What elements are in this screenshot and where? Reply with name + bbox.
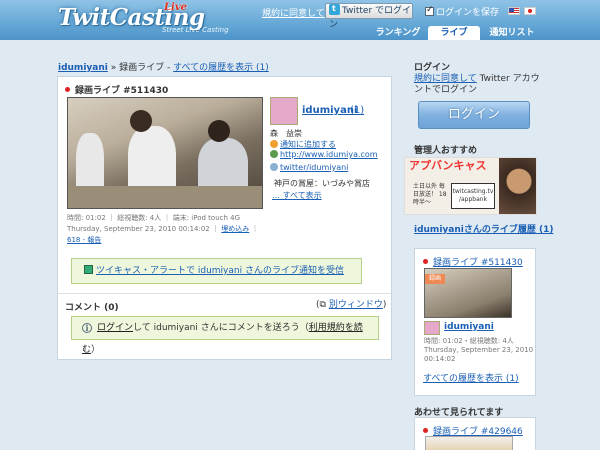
meta-viewers: 総視聴数: 4人	[117, 214, 162, 222]
logo-live: Live	[164, 2, 188, 13]
banner-subtitle: 土日以外 毎日放送！ 18時半～	[413, 183, 447, 206]
popout-row[interactable]: (⧉ 別ウィンドウ)	[316, 297, 386, 310]
video-person	[76, 133, 104, 193]
info-icon: i	[82, 323, 92, 333]
tab-live[interactable]: ライブ	[428, 26, 480, 40]
user-history-link[interactable]: idumiyaniさんのライブ履歴 (1)	[414, 225, 553, 236]
meta-time: 時間: 01:02	[67, 214, 106, 222]
also-watched-card: 録画ライブ #429646	[414, 417, 536, 450]
recording-title: 録画ライブ #511430	[65, 83, 168, 96]
history-user-avatar[interactable]	[424, 321, 440, 335]
banner-title: アプバンキャス	[409, 159, 487, 172]
breadcrumb-separator: »	[110, 63, 117, 73]
user-count-link[interactable]: (1)	[350, 105, 364, 116]
report-link[interactable]: 618 - 報告	[67, 235, 101, 245]
plus-icon	[270, 140, 278, 148]
video-head	[130, 110, 152, 132]
twitter-link[interactable]: twitter/idumiyani	[280, 163, 348, 172]
twitter-icon	[329, 2, 340, 16]
meta-device: 端末: iPod touch 4G	[172, 214, 241, 222]
history-all-link[interactable]: すべての履歴を表示 (1)	[423, 371, 519, 384]
header-twitter-login-button[interactable]: Twitter でログイン	[325, 2, 413, 30]
popout-link[interactable]: 別ウィンドウ	[329, 300, 383, 310]
sidebar-terms-link[interactable]: 規約に同意して	[414, 74, 477, 84]
record-dot-icon	[65, 87, 70, 92]
main-panel: 録画ライブ #511430 idumiyani (1) 森 益崇 通知に追加する…	[57, 76, 392, 360]
save-login-checkbox[interactable]: ログインを保存	[425, 5, 499, 18]
meta-date: Thursday, September 23, 2010 00:14:02	[67, 225, 210, 233]
twitter-row[interactable]: twitter/idumiyani	[270, 163, 348, 172]
also-thumbnail[interactable]	[425, 436, 513, 450]
history-item-title[interactable]: 録画ライブ #511430	[423, 255, 523, 268]
history-item-link[interactable]: 録画ライブ #511430	[433, 258, 523, 268]
alert-banner[interactable]: ツイキャス・アラートで idumiyani さんのライブ通知を受信	[71, 258, 362, 284]
jp-flag-icon[interactable]	[524, 7, 536, 15]
header-terms-link[interactable]: 規約に同意して	[262, 6, 325, 19]
comment-login-prompt: i ログインして idumiyani さんにコメントを送ろう（利用規約を読む）	[71, 316, 379, 355]
history-thumbnail[interactable]: 録画	[424, 268, 512, 318]
comment-prompt-end: ）	[91, 345, 101, 355]
user-profile-text: 神戸の賞屋：いづみや賞店	[274, 179, 370, 188]
divider	[58, 293, 391, 294]
checkbox-icon	[425, 5, 434, 16]
history-meta: 時間: 01:02・総視聴数: 4人 Thursday, September 2…	[424, 337, 534, 363]
tab-notify-list[interactable]: 通知リスト	[482, 26, 542, 40]
breadcrumb-user[interactable]: idumiyani	[58, 63, 108, 73]
video-table	[68, 186, 262, 208]
alert-link[interactable]: ツイキャス・アラートで idumiyani さんのライブ通知を受信	[96, 266, 344, 276]
history-user-link[interactable]: idumiyani	[444, 322, 494, 332]
header: TwitCasting Live Street Live Casting 規約に…	[0, 0, 600, 40]
recording-meta: 時間: 01:02 ｜ 総視聴数: 4人 ｜ 端末: iPod touch 4G	[67, 214, 241, 222]
breadcrumb-section: 録画ライブ	[119, 63, 165, 73]
breadcrumb-all-history[interactable]: すべての履歴を表示 (1)	[173, 63, 269, 73]
record-dot-icon	[423, 428, 428, 433]
tab-ranking[interactable]: ランキング	[370, 26, 426, 40]
sidebar-login-desc: 規約に同意して Twitter アカウントでログイン	[414, 74, 544, 96]
banner-url: twitcasting.tv /appbank	[451, 183, 495, 209]
add-notify-row[interactable]: 通知に追加する	[270, 139, 336, 150]
globe-icon	[270, 150, 278, 158]
sidebar-login-title: ログイン	[414, 63, 451, 73]
comment-title: コメント (0)	[65, 303, 119, 313]
comment-login-link[interactable]: ログイン	[97, 323, 133, 333]
user-real-name: 森 益崇	[270, 129, 302, 138]
admin-recommend-title: 管理人おすすめ	[414, 146, 478, 156]
video-player[interactable]	[67, 97, 263, 209]
record-dot-icon	[423, 259, 428, 264]
video-head	[208, 120, 230, 142]
popout-icon: ⧉	[319, 300, 326, 310]
twitter-small-icon	[270, 163, 278, 171]
user-avatar[interactable]	[270, 97, 298, 125]
logo-tagline: Street Live Casting	[162, 26, 229, 34]
homepage-link[interactable]: http://www.idumiya.com	[280, 150, 378, 159]
banner-photo	[499, 158, 536, 214]
comment-prompt-text: して idumiyani さんにコメントを送ろう（	[133, 323, 309, 333]
history-card: 録画ライブ #511430 録画 idumiyani 時間: 01:02・総視聴…	[414, 248, 536, 396]
show-all-link[interactable]: … すべて表示	[272, 190, 322, 201]
save-login-label: ログインを保存	[436, 8, 500, 18]
embed-link[interactable]: 埋め込み	[221, 225, 249, 233]
recorded-badge: 録画	[425, 274, 445, 284]
breadcrumb: idumiyani » 録画ライブ - すべての履歴を表示 (1)	[58, 60, 269, 73]
us-flag-icon[interactable]	[508, 7, 520, 15]
alert-app-icon	[84, 265, 93, 274]
add-notify-link[interactable]: 通知に追加する	[280, 140, 336, 149]
sidebar-login-button[interactable]: ログイン	[418, 101, 530, 129]
appbank-banner[interactable]: アプバンキャス 土日以外 毎日放送！ 18時半～ twitcasting.tv …	[404, 157, 537, 215]
breadcrumb-dash: -	[167, 63, 171, 73]
recording-meta-date: Thursday, September 23, 2010 00:14:02 ｜ …	[67, 225, 259, 233]
recording-title-text: 録画ライブ #511430	[75, 86, 169, 96]
homepage-row[interactable]: http://www.idumiya.com	[270, 150, 378, 159]
